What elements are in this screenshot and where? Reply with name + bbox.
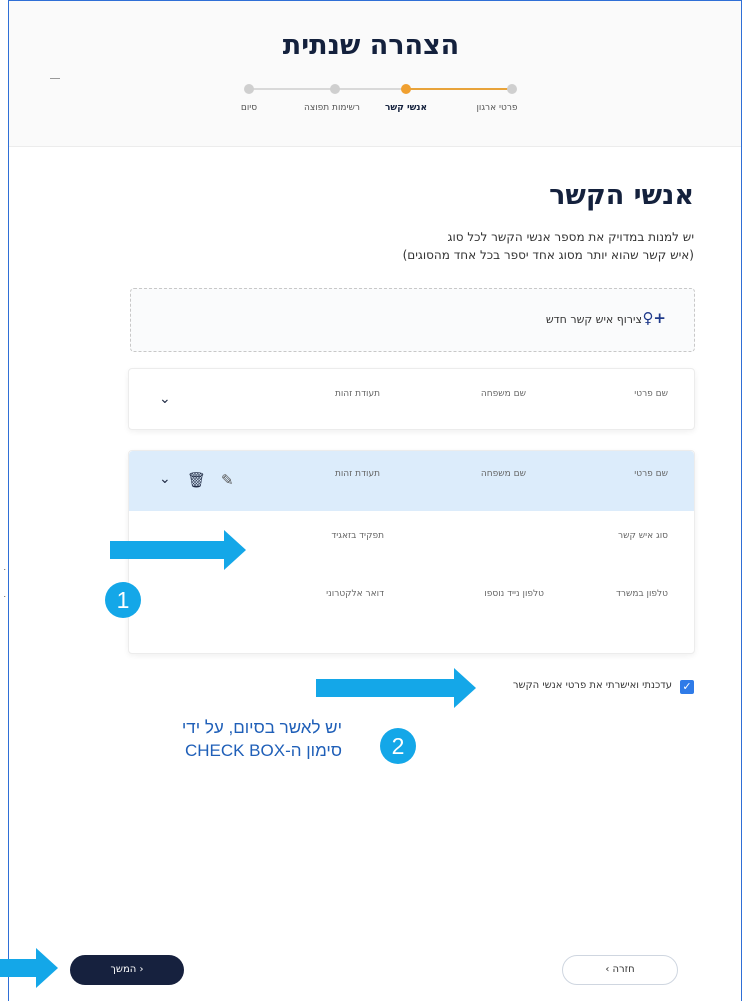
instruction-line-2: סימון ה-CHECK BOX <box>184 741 342 760</box>
add-contact-label: צירוף איש קשר חדש <box>545 313 642 326</box>
section-subtitle-line-2: (איש קשר שהוא יותר מסוג אחד יספר בכל אחד… <box>402 248 694 262</box>
last-name-label: שם משפחה <box>480 469 526 479</box>
last-name-label: שם משפחה <box>480 389 526 399</box>
step-dot-lists <box>330 84 340 94</box>
contact-card-collapsed: שם פרטי שם משפחה תעודת זהות ⌄ <box>128 368 695 430</box>
annotation-instruction: יש לאשר בסיום, על ידי סימון ה-CHECK BOX <box>122 716 342 762</box>
section-title: אנשי הקשר <box>549 180 694 211</box>
section-subtitle: יש למנות במדויק את מספר אנשי הקשר לכל סו… <box>403 228 694 264</box>
back-button-label: חזרה <box>612 964 635 975</box>
chevron-left-icon: ‹ <box>139 964 144 975</box>
page-title: הצהרה שנתית <box>282 30 460 61</box>
step-label-lists[interactable]: רשימות תפוצה <box>304 103 360 113</box>
step-label-contacts[interactable]: אנשי קשר <box>385 103 427 113</box>
annotation-arrow-3 <box>0 948 58 988</box>
annotation-arrow-1 <box>110 530 246 570</box>
contact-type-label: סוג איש קשר <box>618 531 668 541</box>
id-label: תעודת זהות <box>334 389 380 399</box>
annotation-arrow-2 <box>316 668 476 708</box>
annotation-badge-2: 2 <box>380 728 416 764</box>
header-band <box>9 1 741 147</box>
next-button-label: המשך <box>110 964 137 975</box>
header-dash <box>50 78 60 79</box>
step-dot-org <box>507 84 517 94</box>
mobile-label: טלפון נייד נוספו <box>484 589 544 599</box>
confirm-label: עדכנתי ואישרתי את פרטי אנשי הקשר <box>512 680 672 691</box>
stepper-line-1 <box>245 88 331 90</box>
step-dot-contacts <box>401 84 411 94</box>
trash-icon[interactable]: 🗑 <box>187 471 206 489</box>
instruction-line-1: יש לאשר בסיום, על ידי <box>181 718 342 737</box>
side-mark-1: . <box>3 563 6 572</box>
stepper-line-3 <box>406 88 512 90</box>
step-dot-finish <box>244 84 254 94</box>
side-mark-2: . <box>3 590 6 599</box>
confirm-checkbox[interactable]: ✓ <box>680 680 694 694</box>
contact-card-header: שם פרטי שם משפחה תעודת זהות ⌄ 🗑 ✎ <box>129 451 694 511</box>
email-label: דואר אלקטרוני <box>326 589 384 599</box>
add-person-icon: +♀ <box>642 309 666 327</box>
office-phone-label: טלפון במשרד <box>615 589 668 599</box>
id-label: תעודת זהות <box>334 469 380 479</box>
chevron-down-icon[interactable]: ⌄ <box>159 471 171 487</box>
stepper-line-2 <box>336 88 406 90</box>
first-name-label: שם פרטי <box>634 389 668 399</box>
annotation-badge-1: 1 <box>105 582 141 618</box>
step-label-org[interactable]: פרטי ארגון <box>476 103 517 113</box>
step-label-finish[interactable]: סיום <box>241 103 257 113</box>
chevron-right-icon: › <box>605 964 610 975</box>
role-label: תפקיד בזאגיד <box>331 531 384 541</box>
section-subtitle-line-1: יש למנות במדויק את מספר אנשי הקשר לכל סו… <box>447 230 694 244</box>
stepper: סיום רשימות תפוצה אנשי קשר פרטי ארגון <box>220 84 530 120</box>
next-button[interactable]: ‹ המשך <box>70 955 184 985</box>
back-button[interactable]: חזרה › <box>562 955 678 985</box>
first-name-label: שם פרטי <box>634 469 668 479</box>
add-contact-button[interactable]: +♀ צירוף איש קשר חדש <box>130 288 695 352</box>
edit-icon[interactable]: ✎ <box>221 471 234 489</box>
chevron-down-icon[interactable]: ⌄ <box>159 391 171 407</box>
